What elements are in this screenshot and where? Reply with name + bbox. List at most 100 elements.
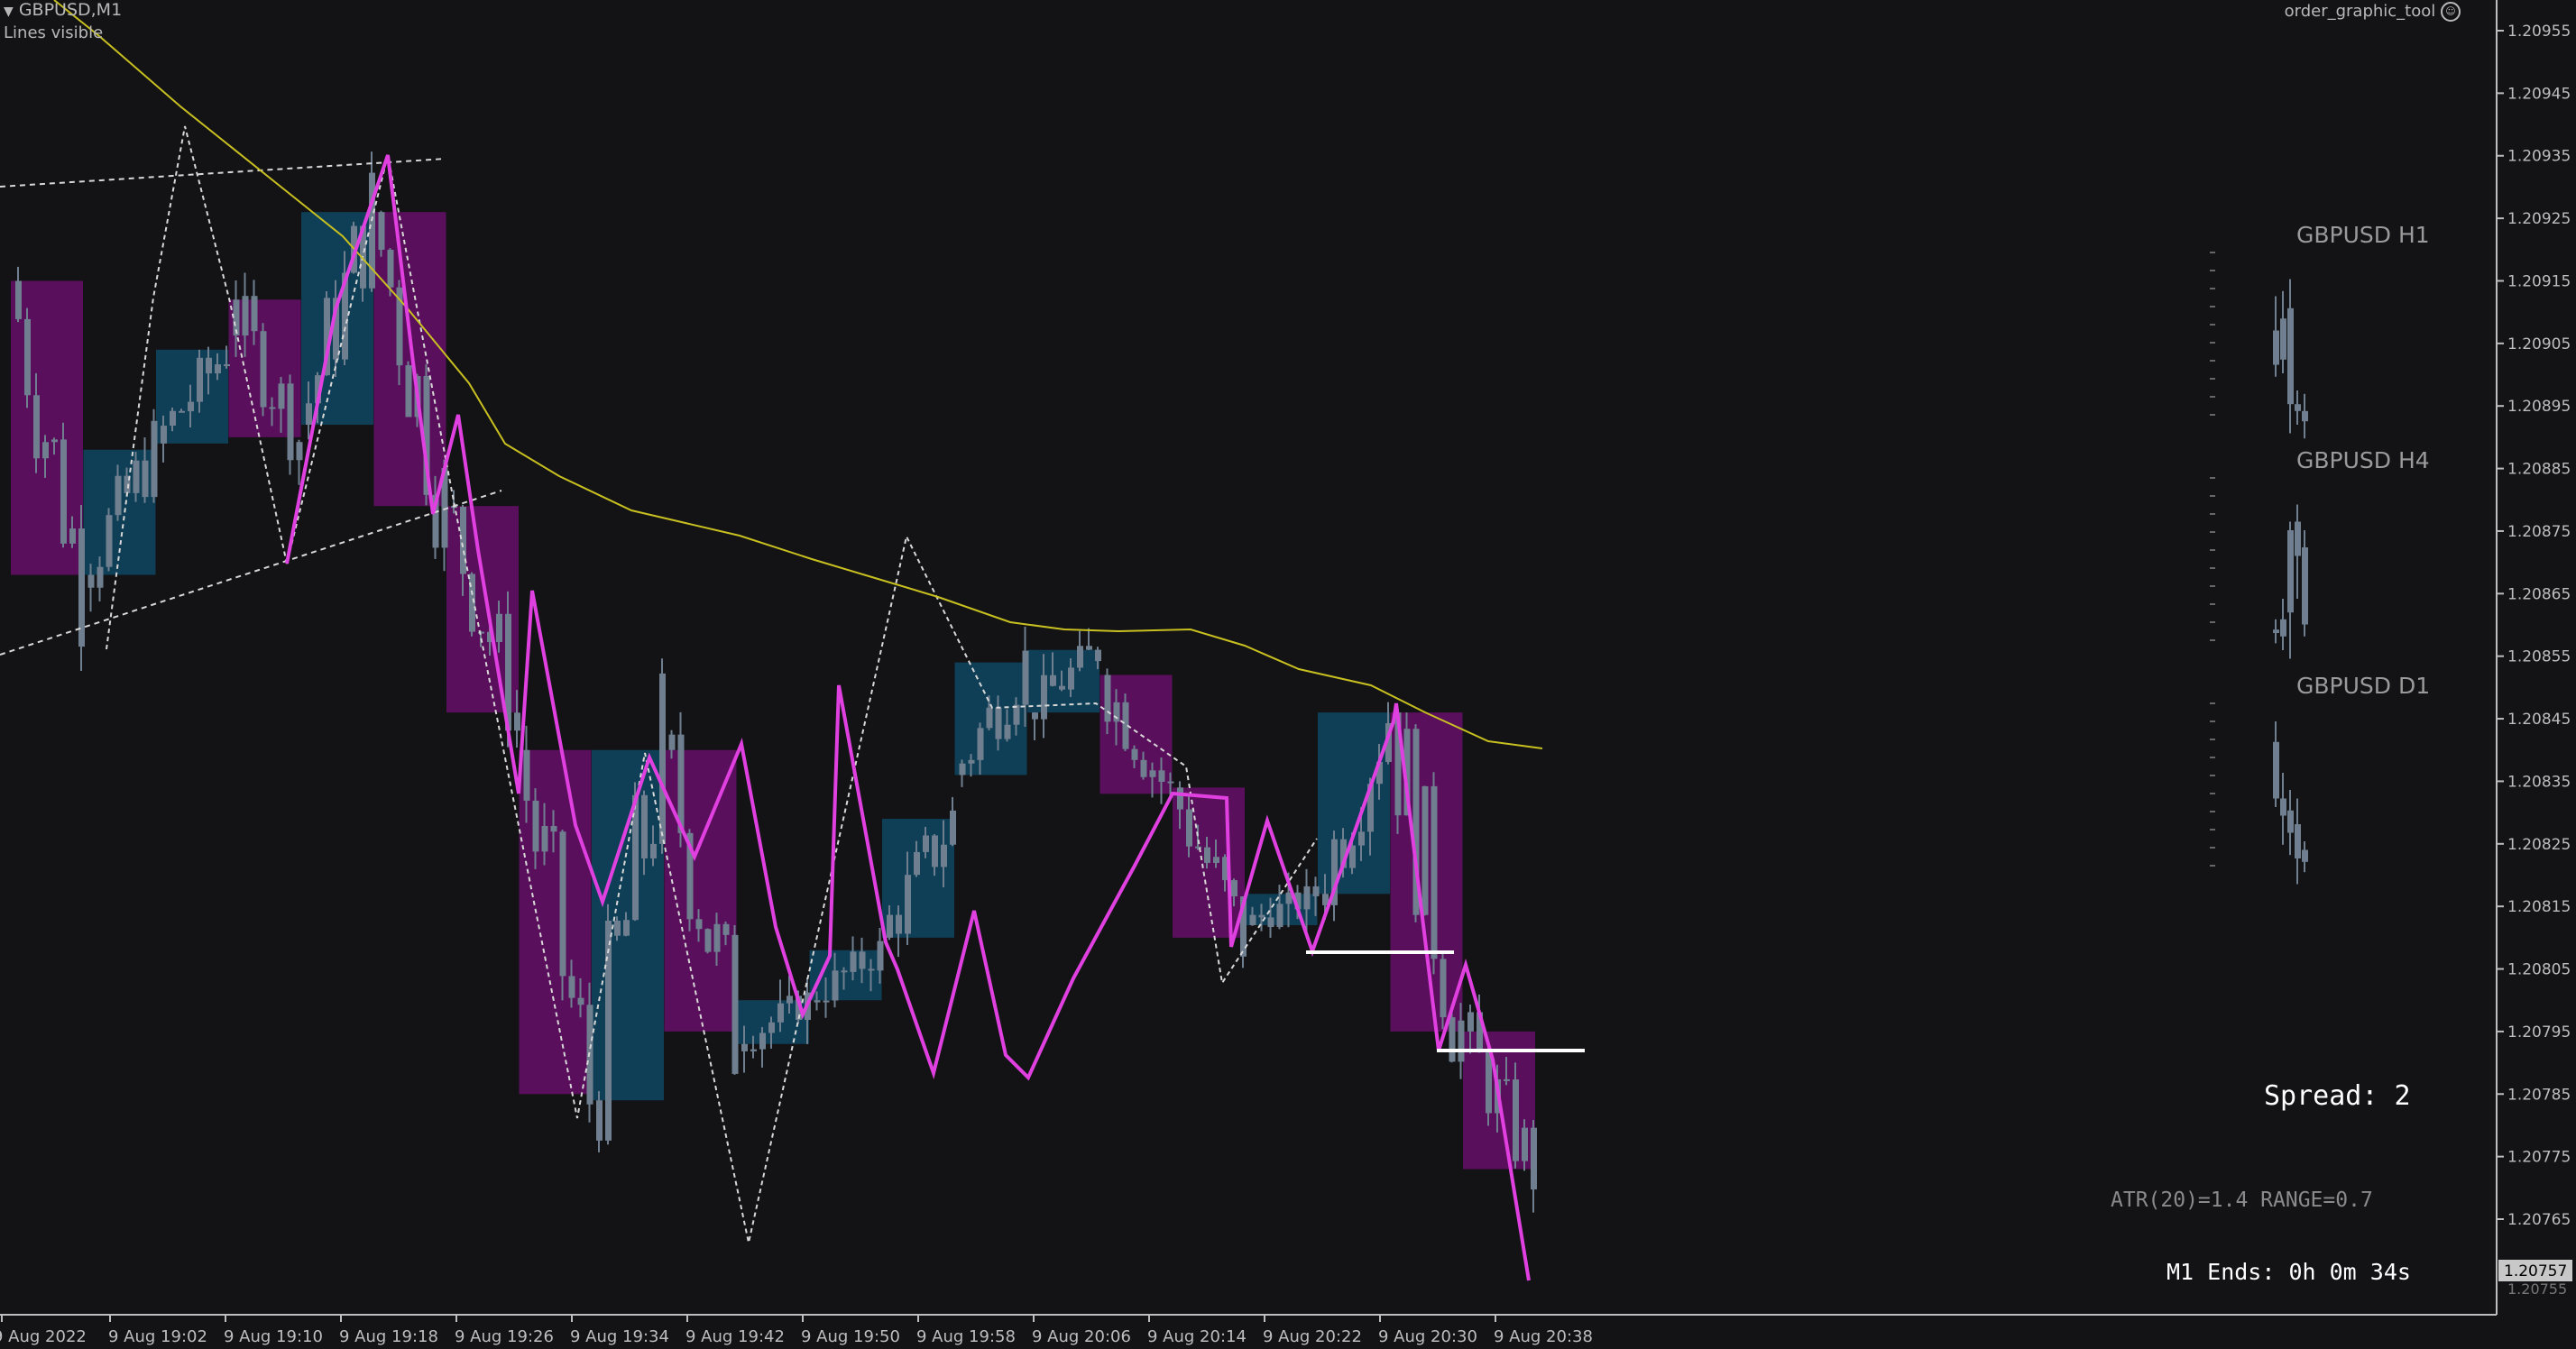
candle-body bbox=[151, 420, 158, 498]
candle-body bbox=[1303, 886, 1311, 910]
candle-body bbox=[1531, 1127, 1537, 1190]
candle-body bbox=[1186, 809, 1192, 847]
time-tick-label: 9 Aug 19:50 bbox=[801, 1327, 900, 1346]
candle-body bbox=[278, 383, 285, 409]
candle-body bbox=[1421, 785, 1429, 915]
candle-body bbox=[1358, 831, 1365, 846]
candle-body bbox=[650, 843, 657, 858]
indicator-label: order_graphic_tool bbox=[2284, 2, 2436, 21]
candle-body bbox=[768, 1022, 775, 1033]
price-tick-label: 1.20875 bbox=[2507, 523, 2571, 541]
candle-body bbox=[1458, 1020, 1465, 1062]
candle-body bbox=[1050, 674, 1056, 686]
price-tick-label: 1.20915 bbox=[2507, 272, 2571, 290]
triangle-down-icon[interactable]: ▼ bbox=[4, 5, 14, 19]
candle-body bbox=[97, 566, 104, 588]
mini-candle-body bbox=[2295, 521, 2301, 556]
price-tick-label: 1.20765 bbox=[2507, 1211, 2571, 1229]
price-tick-label: 1.20905 bbox=[2507, 335, 2571, 353]
candle-body bbox=[1032, 712, 1038, 720]
candle-body bbox=[896, 914, 902, 934]
mini-candle-body bbox=[2287, 530, 2294, 613]
candle-body bbox=[106, 515, 113, 567]
candle-body bbox=[995, 707, 1002, 739]
mini-candle-body bbox=[2295, 824, 2301, 858]
candle-body bbox=[577, 997, 584, 1005]
candle-body bbox=[1022, 650, 1029, 705]
candle-body bbox=[170, 410, 176, 427]
candle-body bbox=[787, 996, 793, 1004]
candle-body bbox=[1276, 904, 1283, 928]
smiley-icon[interactable]: ☺ bbox=[2441, 2, 2461, 22]
candle-body bbox=[69, 528, 76, 544]
bear-box bbox=[664, 749, 737, 1032]
time-tick-label: 9 Aug 19:42 bbox=[685, 1327, 785, 1346]
status-text: Lines visible bbox=[4, 23, 104, 42]
mini-candle-body bbox=[2273, 629, 2279, 633]
time-tick-label: 9 Aug 19:18 bbox=[339, 1327, 438, 1346]
candle-body bbox=[986, 707, 993, 729]
candle-body bbox=[24, 318, 31, 396]
candle-body bbox=[1041, 674, 1047, 720]
candle-body bbox=[1431, 785, 1438, 959]
candle-body bbox=[914, 851, 920, 876]
candle-body bbox=[251, 296, 258, 332]
candle-body bbox=[133, 460, 140, 493]
candle-body bbox=[1467, 1012, 1474, 1032]
candle-body bbox=[541, 826, 548, 852]
symbol-header[interactable]: ▼ GBPUSD,M1 bbox=[4, 0, 122, 20]
candle-body bbox=[659, 673, 666, 844]
candle-body bbox=[568, 976, 575, 998]
price-tick-label: 1.20955 bbox=[2507, 23, 2571, 41]
price-tick-label: 1.20945 bbox=[2507, 85, 2571, 103]
price-tick-label: 1.20925 bbox=[2507, 210, 2571, 228]
time-tick-label: 9 Aug 19:26 bbox=[455, 1327, 554, 1346]
candle-body bbox=[959, 763, 966, 775]
candle-body bbox=[405, 365, 412, 418]
candlesticks bbox=[15, 151, 1537, 1213]
time-tick-label: 9 Aug 19:10 bbox=[224, 1327, 323, 1346]
mini-candle-body bbox=[2295, 404, 2301, 411]
time-tick-label: 9 Aug 2022 bbox=[0, 1327, 87, 1346]
price-tick-label: 1.20775 bbox=[2507, 1149, 2571, 1167]
candle-body bbox=[188, 401, 194, 412]
candle-body bbox=[841, 970, 848, 973]
candle-body bbox=[224, 364, 230, 367]
candle-body bbox=[1440, 959, 1447, 1018]
candle-body bbox=[550, 826, 557, 832]
candle-body bbox=[605, 921, 612, 1141]
bear-box bbox=[373, 212, 446, 507]
candle-body bbox=[514, 712, 520, 731]
mini-chart-title: GBPUSD H4 bbox=[2296, 447, 2430, 473]
candle-body bbox=[1095, 649, 1101, 662]
candle-body bbox=[1140, 759, 1147, 777]
indicator-name[interactable]: order_graphic_tool ☺ bbox=[2285, 2, 2461, 22]
mini-charts bbox=[2210, 252, 2308, 885]
price-tick-label: 1.20935 bbox=[2507, 148, 2571, 166]
axes: 1.20955 1.20945 1.20935 1.20925 1.20915 1.209… bbox=[0, 0, 2572, 1346]
mini-candle-body bbox=[2302, 547, 2308, 625]
candle-body bbox=[713, 923, 721, 952]
candle-body bbox=[923, 835, 929, 852]
candle-body bbox=[1522, 1127, 1528, 1161]
mini-candle-body bbox=[2287, 307, 2294, 405]
candle-body bbox=[387, 249, 394, 288]
price-tick-label: 1.20795 bbox=[2507, 1023, 2571, 1042]
candle-body bbox=[750, 1049, 757, 1051]
mini-candle-body bbox=[2302, 410, 2308, 422]
bar-timer-readout: M1 Ends: 0h 0m 34s bbox=[2167, 1259, 2411, 1285]
candle-body bbox=[197, 357, 203, 402]
secondary-price-label: 1.20755 bbox=[2507, 1280, 2567, 1298]
mini-candle-body bbox=[2280, 318, 2286, 360]
price-chart[interactable]: 1.20955 1.20945 1.20935 1.20925 1.20915 1.209… bbox=[0, 0, 2576, 1349]
candle-body bbox=[1004, 724, 1011, 739]
candle-body bbox=[1068, 667, 1074, 690]
candle-body bbox=[115, 475, 122, 516]
candle-body bbox=[142, 460, 149, 498]
candle-body bbox=[868, 968, 875, 971]
mini-candle-body bbox=[2280, 619, 2286, 637]
current-price-label: 1.20757 bbox=[2504, 1262, 2567, 1280]
mini-candle-body bbox=[2302, 849, 2308, 862]
time-tick-label: 9 Aug 19:02 bbox=[108, 1327, 207, 1346]
candle-body bbox=[269, 407, 276, 409]
